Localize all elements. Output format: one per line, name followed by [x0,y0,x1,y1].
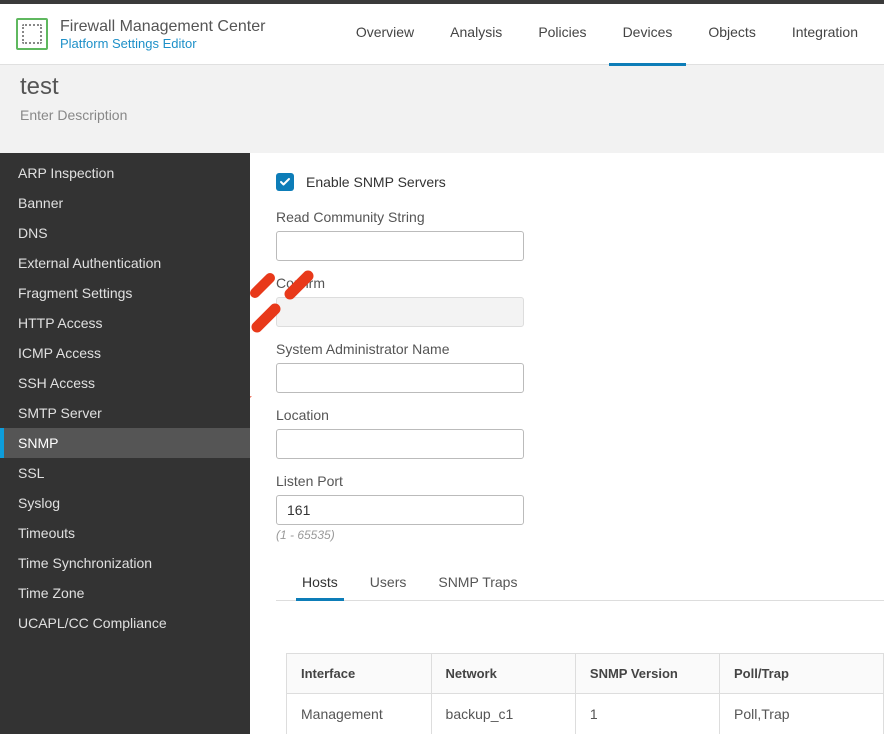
main: Enable SNMP Servers Read Community Strin… [250,153,884,734]
col-network: Network [431,654,575,694]
sidebar-item-ssl[interactable]: SSL [0,458,250,488]
page-header: test Enter Description [0,65,884,153]
body-layout: ARP Inspection Banner DNS External Authe… [0,153,884,734]
header: Firewall Management Center Platform Sett… [0,4,884,65]
cell-interface: Management [287,694,432,735]
tab-hosts[interactable]: Hosts [300,564,340,600]
sysadmin-label: System Administrator Name [276,341,884,357]
sidebar-item-smtp-server[interactable]: SMTP Server [0,398,250,428]
tab-snmp-traps[interactable]: SNMP Traps [436,564,519,600]
sidebar-item-http-access[interactable]: HTTP Access [0,308,250,338]
sidebar-item-external-authentication[interactable]: External Authentication [0,248,250,278]
listen-port-group: Listen Port (1 - 65535) [276,473,884,542]
sidebar-item-arp-inspection[interactable]: ARP Inspection [0,153,250,188]
sysadmin-group: System Administrator Name [276,341,884,393]
sidebar-item-dns[interactable]: DNS [0,218,250,248]
nav-devices[interactable]: Devices [621,12,675,56]
tabs: Hosts Users SNMP Traps [276,564,884,601]
enable-snmp-row: Enable SNMP Servers [276,173,884,191]
col-poll-trap: Poll/Trap [720,654,884,694]
nav: Overview Analysis Policies Devices Objec… [354,12,868,56]
page-title: test [20,73,864,101]
read-community-input[interactable] [276,231,524,261]
cell-snmp-version: 1 [575,694,719,735]
sidebar-item-snmp[interactable]: SNMP [0,428,250,458]
location-group: Location [276,407,884,459]
sidebar-item-ucapl-cc-compliance[interactable]: UCAPL/CC Compliance [0,608,250,638]
sysadmin-input[interactable] [276,363,524,393]
nav-analysis[interactable]: Analysis [448,12,504,56]
sidebar-item-syslog[interactable]: Syslog [0,488,250,518]
listen-port-input[interactable] [276,495,524,525]
confirm-label: Confirm [276,275,884,291]
sidebar-item-banner[interactable]: Banner [0,188,250,218]
logo-area: Firewall Management Center Platform Sett… [16,18,265,51]
cell-poll-trap: Poll,Trap [720,694,884,735]
nav-objects[interactable]: Objects [706,12,757,56]
listen-port-hint: (1 - 65535) [276,528,884,542]
confirm-group: Confirm [276,275,884,327]
sidebar-item-fragment-settings[interactable]: Fragment Settings [0,278,250,308]
table-row[interactable]: Management backup_c1 1 Poll,Trap [287,694,884,735]
sidebar-item-ssh-access[interactable]: SSH Access [0,368,250,398]
location-input[interactable] [276,429,524,459]
hosts-table: Interface Network SNMP Version Poll/Trap… [286,653,884,734]
sidebar: ARP Inspection Banner DNS External Authe… [0,153,250,734]
table-header-row: Interface Network SNMP Version Poll/Trap [287,654,884,694]
logo-titles: Firewall Management Center Platform Sett… [60,18,265,51]
nav-policies[interactable]: Policies [536,12,588,56]
location-label: Location [276,407,884,423]
hosts-table-wrap: Interface Network SNMP Version Poll/Trap… [286,653,884,734]
page-description: Enter Description [20,107,864,123]
cell-network: backup_c1 [431,694,575,735]
nav-integration[interactable]: Integration [790,12,860,56]
sidebar-item-timeouts[interactable]: Timeouts [0,518,250,548]
app-subtitle[interactable]: Platform Settings Editor [60,36,265,51]
sidebar-item-icmp-access[interactable]: ICMP Access [0,338,250,368]
enable-snmp-label: Enable SNMP Servers [306,174,446,190]
logo-icon [16,18,48,50]
col-interface: Interface [287,654,432,694]
app-title: Firewall Management Center [60,18,265,36]
sidebar-item-time-zone[interactable]: Time Zone [0,578,250,608]
check-icon [279,176,291,188]
enable-snmp-checkbox[interactable] [276,173,294,191]
tab-users[interactable]: Users [368,564,409,600]
sidebar-item-time-synchronization[interactable]: Time Synchronization [0,548,250,578]
listen-port-label: Listen Port [276,473,884,489]
read-community-label: Read Community String [276,209,884,225]
confirm-input[interactable] [276,297,524,327]
nav-overview[interactable]: Overview [354,12,416,56]
read-community-group: Read Community String [276,209,884,261]
col-snmp-version: SNMP Version [575,654,719,694]
